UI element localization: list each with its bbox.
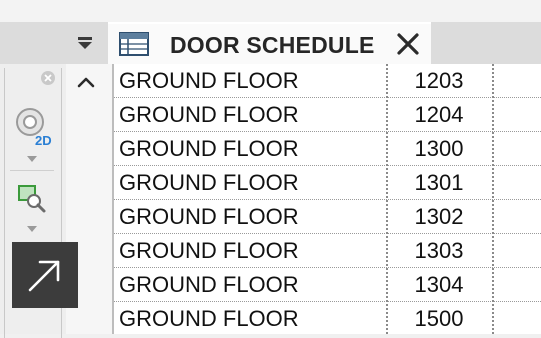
level-cell: GROUND FLOOR (119, 238, 299, 263)
schedule-table-icon (119, 32, 149, 56)
zoom-region-icon[interactable] (16, 182, 48, 214)
table-row[interactable]: GROUND FLOOR 1304 (114, 268, 541, 302)
table-row[interactable]: GROUND FLOOR 1302 (114, 200, 541, 234)
level-cell: GROUND FLOOR (119, 170, 299, 195)
table-row[interactable]: GROUND FLOOR 1303 (114, 234, 541, 268)
mark-cell: 1301 (414, 170, 464, 195)
tab-door-schedule[interactable]: DOOR SCHEDULE (108, 22, 431, 64)
level-cell: GROUND FLOOR (119, 306, 299, 331)
chevron-down-icon[interactable] (27, 156, 37, 162)
menu-dropdown-icon[interactable] (74, 32, 96, 54)
mark-cell: 1304 (414, 272, 464, 297)
launch-button[interactable] (12, 242, 78, 308)
table-row[interactable]: GROUND FLOOR 1204 (114, 98, 541, 132)
column-divider (492, 64, 494, 334)
level-cell: GROUND FLOOR (119, 102, 299, 127)
divider (10, 170, 54, 171)
table-row[interactable]: GROUND FLOOR 1301 (114, 166, 541, 200)
schedule-table: GROUND FLOOR 1203 GROUND FLOOR 1204 GROU… (112, 64, 541, 334)
steering-wheel-2d-icon[interactable]: 2D (8, 104, 56, 148)
mark-cell: 1204 (414, 102, 464, 127)
panel-close-icon[interactable] (40, 70, 56, 86)
level-cell: GROUND FLOOR (119, 68, 299, 93)
level-cell: GROUND FLOOR (119, 136, 299, 161)
nav-wheel-label: 2D (35, 133, 52, 148)
close-icon[interactable] (394, 30, 422, 58)
mark-cell: 1500 (414, 306, 464, 331)
level-cell: GROUND FLOOR (119, 272, 299, 297)
level-cell: GROUND FLOOR (119, 204, 299, 229)
view-tab-bar: DOOR SCHEDULE (0, 22, 541, 64)
chevron-up-icon[interactable] (72, 72, 100, 92)
chevron-down-icon[interactable] (27, 226, 37, 232)
table-row[interactable]: GROUND FLOOR 1203 (114, 64, 541, 98)
mark-cell: 1302 (414, 204, 464, 229)
top-strip (0, 0, 541, 22)
mark-cell: 1203 (414, 68, 464, 93)
tab-title: DOOR SCHEDULE (170, 32, 375, 58)
mark-cell: 1303 (414, 238, 464, 263)
column-divider (386, 64, 388, 334)
table-row[interactable]: GROUND FLOOR 1500 (114, 302, 541, 334)
arrow-up-right-icon (28, 260, 60, 292)
table-row[interactable]: GROUND FLOOR 1300 (114, 132, 541, 166)
mark-cell: 1300 (414, 136, 464, 161)
